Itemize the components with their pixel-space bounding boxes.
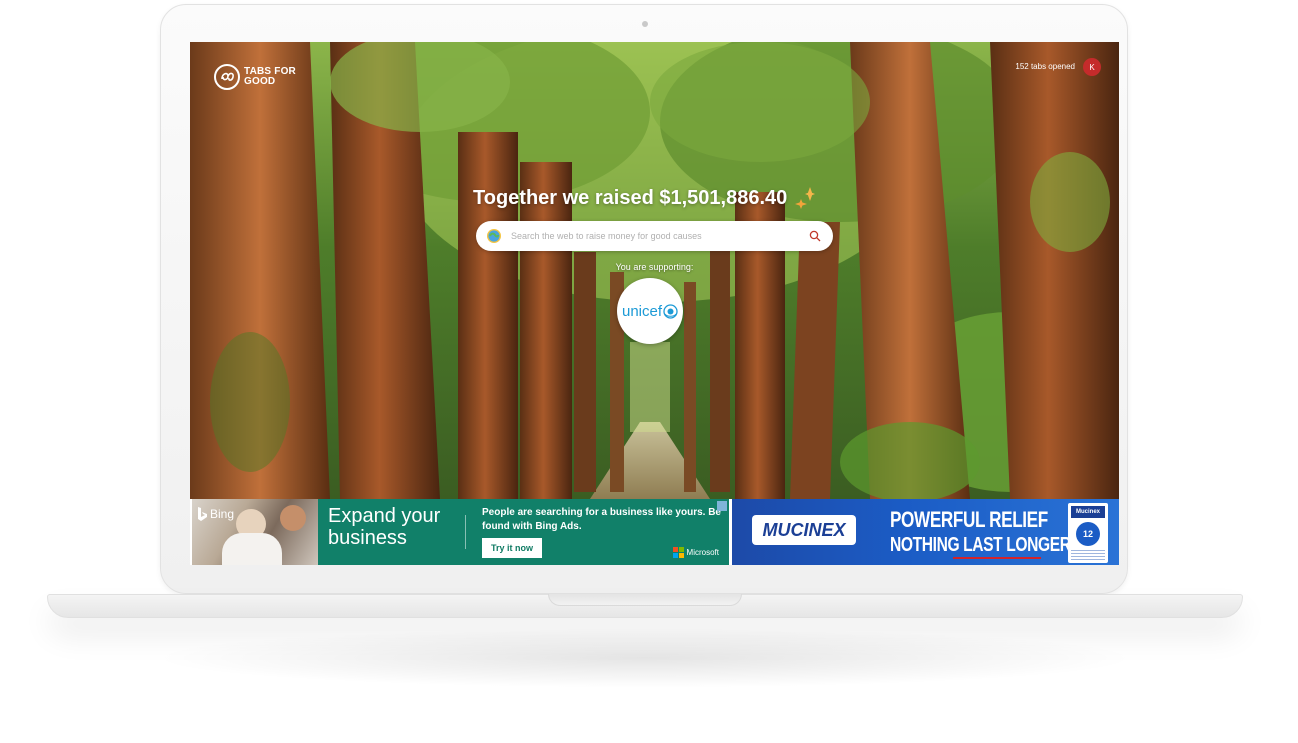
charity-logo-button[interactable]: unicef: [617, 278, 683, 344]
brand-name: TABS FOR GOOD: [244, 66, 296, 87]
mucinex-ad[interactable]: MUCINEX POWERFUL RELIEF NOTHING LAST LON…: [732, 499, 1119, 565]
bing-ad-divider: [465, 515, 466, 549]
ad-choices-icon[interactable]: [717, 501, 727, 511]
bing-brand-text: Bing: [210, 507, 235, 521]
bing-ad[interactable]: Bing Expand your business People are sea…: [192, 499, 729, 565]
laptop-shadow: [150, 628, 1140, 688]
try-it-now-button[interactable]: Try it now: [482, 538, 542, 558]
supporting-label: You are supporting:: [615, 262, 694, 272]
mucinex-box-brand: Mucinex: [1071, 506, 1105, 518]
laptop-camera: [642, 21, 648, 27]
mucinex-headline: POWERFUL RELIEF: [890, 507, 1048, 532]
user-avatar[interactable]: K: [1083, 58, 1101, 76]
sparkle-icon: [795, 187, 816, 209]
charity-name: unicef: [621, 302, 663, 320]
microsoft-logo-icon: [672, 547, 684, 558]
mockup-stage: TABS FOR GOOD 152 tabs opened K Together…: [0, 0, 1298, 743]
mucinex-product-box: Mucinex 12: [1068, 503, 1108, 563]
bing-ad-headline: Expand your business: [328, 505, 441, 549]
bing-ad-body: People are searching for a business like…: [482, 507, 721, 532]
tabs-for-good-logo[interactable]: TABS FOR GOOD: [214, 64, 310, 90]
money-raised-banner: Together we raised $1,501,886.40: [473, 185, 819, 211]
mucinex-underline: [953, 557, 1041, 559]
ads-strip: Bing Expand your business People are sea…: [190, 499, 1119, 565]
search-bar[interactable]: [476, 221, 833, 251]
mucinex-subheadline: NOTHING LAST LONGER: [890, 534, 1071, 556]
unicef-emblem-icon: [663, 303, 678, 319]
browser-new-tab-page: TABS FOR GOOD 152 tabs opened K Together…: [190, 42, 1119, 565]
bing-logo-icon: [198, 507, 207, 521]
bing-logo: Bing: [197, 507, 234, 521]
search-input[interactable]: [511, 231, 809, 241]
mucinex-logo: MUCINEX: [752, 515, 856, 545]
tabs-opened-counter[interactable]: 152 tabs opened: [1015, 62, 1075, 71]
money-raised-text: Together we raised $1,501,886.40: [473, 186, 788, 209]
search-engine-icon[interactable]: [486, 228, 502, 244]
mucinex-logo-text: MUCINEX: [762, 519, 846, 540]
microsoft-logo: Microsoft: [672, 547, 719, 558]
microsoft-logo-text: Microsoft: [686, 548, 719, 557]
search-icon[interactable]: [809, 230, 821, 242]
tabs-for-good-logo-icon: [214, 64, 240, 90]
photo-person-body: [222, 533, 282, 565]
mucinex-box-text-lines: [1071, 550, 1105, 562]
laptop-notch: [548, 594, 742, 606]
mucinex-box-badge: 12: [1076, 522, 1100, 546]
photo-person-head-2: [280, 505, 306, 531]
